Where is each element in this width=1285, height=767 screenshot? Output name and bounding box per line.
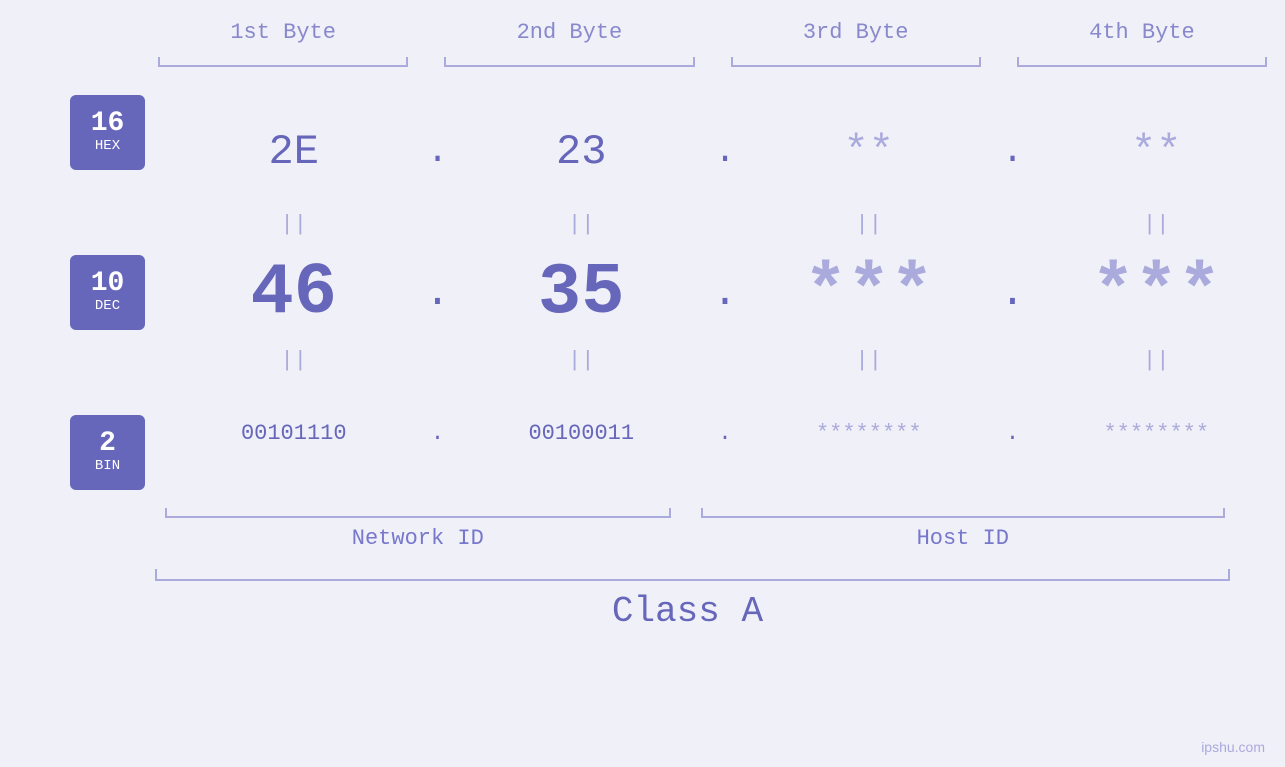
bin-badge: 2 BIN — [70, 415, 145, 490]
dec-byte2: 35 — [453, 252, 711, 334]
data-rows: 2E . 23 . ** . ** || || || || 46 — [165, 95, 1285, 490]
dec-label: DEC — [95, 298, 120, 315]
network-bracket-line — [165, 516, 671, 518]
dec-dot3: . — [998, 269, 1028, 317]
hex-badge: 16 HEX — [70, 95, 145, 170]
bin-dot1: . — [423, 421, 453, 446]
class-label: Class A — [612, 591, 763, 632]
overall-bracket-left — [155, 569, 157, 581]
hex-dot3: . — [998, 131, 1028, 172]
base-badges: 16 HEX 10 DEC 2 BIN — [50, 95, 165, 490]
eq1-b2: || — [453, 212, 711, 237]
eq2-b4: || — [1028, 348, 1285, 373]
bin-label: BIN — [95, 458, 120, 475]
byte2-header: 2nd Byte — [426, 20, 712, 45]
bin-row: 00101110 . 00100011 . ******** . *******… — [165, 377, 1285, 490]
bin-number: 2 — [99, 430, 116, 458]
watermark: ipshu.com — [1201, 739, 1265, 755]
host-bracket-right — [1223, 508, 1225, 518]
eq2-b2: || — [453, 348, 711, 373]
hex-byte1: 2E — [165, 128, 423, 176]
eq2-b3: || — [740, 348, 998, 373]
hex-byte4: ** — [1028, 128, 1285, 176]
eq1-b3: || — [740, 212, 998, 237]
overall-bracket-row — [0, 561, 1285, 581]
byte1-header: 1st Byte — [140, 20, 426, 45]
dec-byte3: *** — [740, 252, 998, 334]
bracket-line-4 — [1017, 65, 1267, 67]
host-bracket-left — [701, 508, 703, 518]
top-brackets — [0, 55, 1285, 75]
eq2-b1: || — [165, 348, 423, 373]
host-id-bracket — [691, 498, 1235, 518]
hex-byte2: 23 — [453, 128, 711, 176]
content-area: 16 HEX 10 DEC 2 BIN 2E . 23 . ** . ** — [0, 95, 1285, 490]
dec-row: 46 . 35 . *** . *** — [165, 241, 1285, 344]
class-label-row: Class A — [0, 591, 1285, 632]
bracket-line-3 — [731, 65, 981, 67]
host-id-label: Host ID — [691, 526, 1235, 551]
bracket-line-1 — [158, 65, 408, 67]
bracket-line-2 — [444, 65, 694, 67]
hex-byte3: ** — [740, 128, 998, 176]
eq-row-1: || || || || — [165, 208, 1285, 241]
id-labels-row: Network ID Host ID — [0, 526, 1285, 551]
eq1-b1: || — [165, 212, 423, 237]
dec-number: 10 — [91, 270, 125, 298]
bin-byte4: ******** — [1028, 421, 1285, 446]
bin-dot3: . — [998, 421, 1028, 446]
bracket-byte1 — [148, 55, 418, 75]
eq1-b4: || — [1028, 212, 1285, 237]
byte3-header: 3rd Byte — [713, 20, 999, 45]
eq-row-2: || || || || — [165, 344, 1285, 377]
byte4-header: 4th Byte — [999, 20, 1285, 45]
bin-byte1: 00101110 — [165, 421, 423, 446]
byte-headers: 1st Byte 2nd Byte 3rd Byte 4th Byte — [0, 20, 1285, 45]
main-container: 1st Byte 2nd Byte 3rd Byte 4th Byte 16 H… — [0, 0, 1285, 767]
bin-byte2: 00100011 — [453, 421, 711, 446]
dec-dot1: . — [423, 269, 453, 317]
bracket-byte2 — [434, 55, 704, 75]
host-bracket-line — [701, 516, 1225, 518]
bracket-byte3 — [721, 55, 991, 75]
hex-dot2: . — [710, 131, 740, 172]
dec-byte1: 46 — [165, 252, 423, 334]
overall-bracket-line — [155, 579, 1230, 581]
bottom-brackets-row — [0, 498, 1285, 518]
hex-label: HEX — [95, 138, 120, 155]
dec-badge: 10 DEC — [70, 255, 145, 330]
network-id-label: Network ID — [155, 526, 681, 551]
hex-dot1: . — [423, 131, 453, 172]
hex-row: 2E . 23 . ** . ** — [165, 95, 1285, 208]
hex-number: 16 — [91, 110, 125, 138]
dec-byte4: *** — [1028, 252, 1285, 334]
network-bracket-left — [165, 508, 167, 518]
dec-dot2: . — [710, 269, 740, 317]
bin-dot2: . — [710, 421, 740, 446]
network-id-bracket — [155, 498, 681, 518]
bin-byte3: ******** — [740, 421, 998, 446]
bracket-byte4 — [1007, 55, 1277, 75]
network-bracket-right — [669, 508, 671, 518]
overall-bracket-right — [1228, 569, 1230, 581]
